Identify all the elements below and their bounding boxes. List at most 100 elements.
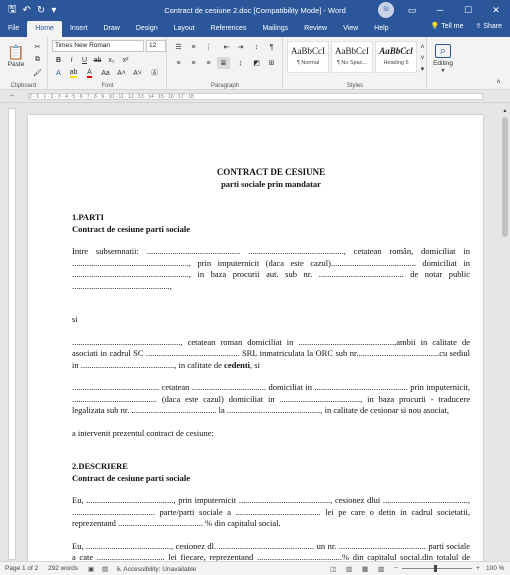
document-page[interactable]: CONTRACT DE CESIUNE parti sociale prin m… <box>28 115 483 561</box>
share-button[interactable]: ⇪ Share <box>475 22 502 30</box>
chevron-down-icon: ▾ <box>441 68 445 74</box>
show-marks-icon[interactable]: ¶ <box>265 41 278 53</box>
proofing-icon[interactable]: ▣ <box>88 565 94 573</box>
web-layout-icon[interactable]: ▧ <box>378 565 384 573</box>
document-title: CONTRACT DE CESIUNE <box>216 167 326 177</box>
superscript-button[interactable]: x² <box>119 54 132 66</box>
quick-access-toolbar: 🖫 ↶ ↻ ▾ <box>0 2 56 19</box>
word-count[interactable]: 292 words <box>48 565 78 572</box>
zoom-slider[interactable] <box>402 565 472 572</box>
horizontal-ruler: ⌐ 2 · 1 · 1 · 2 · 3 · 4 · 5 · 6 · 7 · 8 … <box>0 90 510 103</box>
decrease-indent-icon[interactable]: ⇤ <box>220 41 233 53</box>
numbering-icon[interactable]: ≡ <box>187 41 200 53</box>
cut-icon[interactable]: ✂ <box>31 41 44 53</box>
macro-icon[interactable]: ▤ <box>102 565 108 573</box>
shrink-font-icon[interactable]: A˅ <box>131 67 144 79</box>
justify-icon[interactable]: ≣ <box>217 57 230 69</box>
tab-references[interactable]: References <box>203 21 255 37</box>
tab-design[interactable]: Design <box>128 21 166 37</box>
paste-button[interactable]: 📋 Paste <box>4 39 28 73</box>
section1-subheading: Contract de cesiune parti sociale <box>72 223 191 234</box>
print-layout-icon[interactable]: ▦ <box>362 565 368 573</box>
save-icon[interactable]: 🖫 <box>8 2 17 19</box>
status-bar: Page 1 of 2 292 words ▣ ▤ ♿ Accessibilit… <box>0 561 510 575</box>
accessibility-status[interactable]: ♿ Accessibility: Unavailable <box>116 565 196 573</box>
ribbon: 📋 Paste ✂ ⧉ 🖌 Clipboard Times New Roman … <box>0 37 510 90</box>
collapse-ribbon-icon[interactable]: ˄ <box>492 76 505 88</box>
font-size-box[interactable]: 12 <box>146 40 166 52</box>
paragraph-group: ☰ ≡ ⋮ ⇤ ⇥ ↕ ¶ ≡ ≡ ≡ ≣ ↨ ◩ ⊞ Paragraph <box>168 37 283 90</box>
borders-icon[interactable]: ⊞ <box>265 57 278 69</box>
shading-icon[interactable]: ◩ <box>250 57 263 69</box>
font-color-icon[interactable]: A <box>83 67 96 79</box>
ribbon-display-icon[interactable]: ▭ <box>398 0 426 20</box>
tab-draw[interactable]: Draw <box>95 21 127 37</box>
scrollbar-thumb[interactable] <box>502 117 508 237</box>
tab-layout[interactable]: Layout <box>166 21 203 37</box>
style-heading-5[interactable]: AaBbCcl Heading 5 <box>375 41 417 73</box>
italic-button[interactable]: I <box>65 54 78 66</box>
section2-subheading: Contract de cesiune parti sociale <box>72 472 191 483</box>
page-count[interactable]: Page 1 of 2 <box>5 565 38 572</box>
paragraph-cesionar: ........................................… <box>72 382 470 415</box>
subscript-button[interactable]: x₂ <box>105 54 118 66</box>
customize-toolbar-icon[interactable]: ▾ <box>51 5 56 16</box>
style-no-spacing[interactable]: AaBbCcI ¶ No Spac... <box>331 41 373 73</box>
line-spacing-icon[interactable]: ↨ <box>234 57 247 69</box>
undo-icon[interactable]: ↶ <box>23 5 31 16</box>
ribbon-tabs: File Home Insert Draw Design Layout Refe… <box>0 20 510 37</box>
align-left-icon[interactable]: ≡ <box>172 57 185 69</box>
style-normal[interactable]: AaBbCcI ¶ Normal <box>287 41 329 73</box>
highlight-icon[interactable]: ab <box>67 67 80 79</box>
accessibility-icon: ♿ <box>116 566 122 573</box>
vertical-scrollbar[interactable]: ▲ <box>500 103 510 561</box>
tab-selector-icon[interactable]: ⌐ <box>6 90 18 102</box>
sort-icon[interactable]: ↕ <box>250 41 263 53</box>
format-painter-icon[interactable]: 🖌 <box>31 67 44 79</box>
redo-icon[interactable]: ↻ <box>37 5 45 16</box>
strikethrough-button[interactable]: ab <box>91 54 104 66</box>
copy-icon[interactable]: ⧉ <box>31 54 44 66</box>
zoom-in-icon[interactable]: + <box>476 565 480 572</box>
paragraph-cesionez-1: Eu, ....................................… <box>72 495 470 528</box>
scroll-up-icon[interactable]: ▲ <box>500 105 510 117</box>
account-avatar[interactable]: SI <box>378 2 394 18</box>
ruler-track[interactable]: 2 · 1 · 1 · 2 · 3 · 4 · 5 · 6 · 7 · 8 · … <box>28 93 483 100</box>
font-name-box[interactable]: Times New Roman <box>52 40 144 52</box>
align-right-icon[interactable]: ≡ <box>202 57 215 69</box>
editing-group: ⌕ Editing ▾ <box>428 37 458 90</box>
minimize-button[interactable]: ─ <box>426 0 454 20</box>
read-mode-icon[interactable]: ▥ <box>346 565 352 573</box>
tab-home[interactable]: Home <box>27 21 62 37</box>
zoom-out-icon[interactable]: − <box>394 565 398 572</box>
tab-insert[interactable]: Insert <box>62 21 96 37</box>
multilevel-list-icon[interactable]: ⋮ <box>202 41 215 53</box>
bold-button[interactable]: B <box>52 54 65 66</box>
paragraph-cesionez-2: Eu, ....................................… <box>72 540 470 562</box>
lightbulb-icon: 💡 <box>430 23 440 30</box>
underline-button[interactable]: U <box>78 54 91 66</box>
paragraph-intervenit: a intervenit prezentul contract de cesiu… <box>72 427 214 438</box>
tab-mailings[interactable]: Mailings <box>254 21 296 37</box>
styles-more-icon[interactable]: ▾ <box>419 63 426 75</box>
document-content[interactable]: CONTRACT DE CESIUNE parti sociale prin m… <box>72 167 470 561</box>
focus-mode-icon[interactable]: ◫ <box>330 565 336 573</box>
zoom-level[interactable]: 100 % <box>486 565 504 572</box>
font-group: Times New Roman 12 B I U ab x₂ x² A ab A… <box>49 37 167 90</box>
increase-indent-icon[interactable]: ⇥ <box>234 41 247 53</box>
tell-me[interactable]: 💡 Tell me <box>431 22 464 30</box>
editing-button[interactable]: ⌕ Editing ▾ <box>430 39 456 79</box>
zoom-slider-knob[interactable] <box>434 565 437 572</box>
clear-formatting-icon[interactable]: Ⓐ <box>148 67 161 79</box>
tab-file[interactable]: File <box>0 21 27 37</box>
align-center-icon[interactable]: ≡ <box>187 57 200 69</box>
bullets-icon[interactable]: ☰ <box>172 41 185 53</box>
text-effects-icon[interactable]: A <box>52 67 65 79</box>
tab-review[interactable]: Review <box>296 21 335 37</box>
change-case-icon[interactable]: Aa <box>99 67 112 79</box>
tab-help[interactable]: Help <box>366 21 396 37</box>
maximize-button[interactable]: ☐ <box>454 0 482 20</box>
tab-view[interactable]: View <box>335 21 366 37</box>
grow-font-icon[interactable]: A˄ <box>115 67 128 79</box>
close-button[interactable]: ✕ <box>482 0 510 20</box>
